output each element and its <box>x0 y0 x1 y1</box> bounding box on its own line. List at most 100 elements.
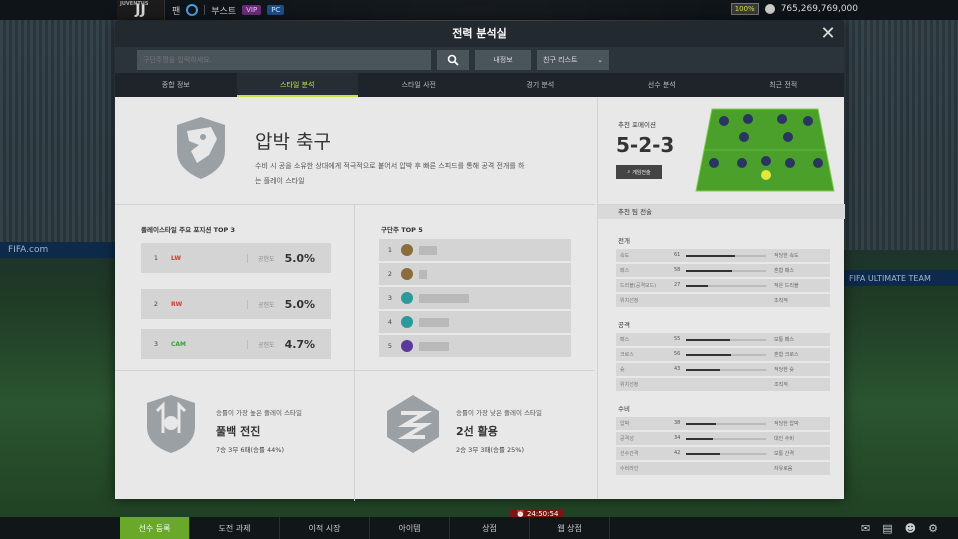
tactic-name: 선수간격 <box>620 451 639 457</box>
owner-row[interactable]: 1 <box>379 239 571 261</box>
worst-style-panel: 승률이 가장 낮은 플레이 스타일 2선 활용 2승 3무 3패(승률 25%) <box>355 371 595 501</box>
coin-icon <box>764 4 775 14</box>
tactic-row: 선수간격 42 보통 간격 <box>616 447 830 460</box>
game-tactics-button[interactable]: ⌕ 게임전술 <box>616 165 662 179</box>
tactic-value: 56 <box>674 351 681 357</box>
tactic-description: 조직적 <box>774 298 788 304</box>
formation-pitch <box>695 108 835 192</box>
tab-player-analysis[interactable]: 선수 분석 <box>601 73 723 97</box>
tactics-section-title: 공격 <box>618 321 630 329</box>
owner-name-blurred <box>419 341 449 351</box>
owner-name-blurred <box>419 293 469 303</box>
owner-rank: 3 <box>387 294 393 302</box>
tactic-description: 적당한 속도 <box>774 253 799 259</box>
best-style-record: 7승 3무 6패(승률 44%) <box>216 446 285 454</box>
contribution-label: 공헌도 <box>247 299 275 309</box>
tactic-bar-fill <box>686 423 717 425</box>
tab-recent-record[interactable]: 최근 전적 <box>723 73 845 97</box>
tab-style-analysis[interactable]: 스타일 분석 <box>236 73 358 97</box>
bottom-items[interactable]: 아이템 <box>370 517 450 539</box>
tactic-bar <box>686 354 766 356</box>
tab-match-analysis[interactable]: 경기 분석 <box>480 73 602 97</box>
owner-rank: 1 <box>387 246 393 254</box>
tactic-value: 38 <box>674 420 681 426</box>
tactic-description: 보통 간격 <box>774 451 794 457</box>
owner-row[interactable]: 2 <box>379 263 571 285</box>
pc-badge[interactable]: PC <box>267 5 285 15</box>
vip-badge[interactable]: VIP <box>242 5 262 15</box>
tactic-name: 위치선정 <box>620 298 639 304</box>
contribution-label: 공헌도 <box>247 253 275 263</box>
best-style-name: 풀백 전진 <box>216 425 261 438</box>
tab-style-dictionary[interactable]: 스타일 사전 <box>358 73 480 97</box>
modal-header: 전력 분석실 ✕ <box>115 21 844 47</box>
search-input[interactable] <box>137 50 431 70</box>
notes-icon[interactable]: ▤ <box>882 522 892 535</box>
divider <box>204 5 206 15</box>
tactic-description: 보통 패스 <box>774 337 794 343</box>
tactic-bar-fill <box>686 339 730 341</box>
team-badge[interactable]: JUVENTUS JJ <box>117 0 165 20</box>
formation-value: 5-2-3 <box>616 133 675 157</box>
owner-row[interactable]: 3 <box>379 287 571 309</box>
rank-icon <box>401 268 413 280</box>
right-pane: 추천 포메이션 5-2-3 ⌕ 게임전술 추천 팀 전술 전개 속도 61 적당… <box>597 97 845 499</box>
tactic-description: 적당한 압박 <box>774 421 799 427</box>
chevron-down-icon: ⌄ <box>597 56 603 64</box>
owners-title: 구단주 TOP 5 <box>381 226 423 234</box>
position-rank: 2 <box>153 300 159 308</box>
fan-menu[interactable]: 팬 <box>172 4 180 17</box>
owner-row[interactable]: 4 <box>379 311 571 333</box>
tactic-value: 61 <box>674 252 681 258</box>
search-button[interactable] <box>437 50 469 70</box>
bottom-web-shop[interactable]: 웹 상점 <box>530 517 610 539</box>
tactic-description: 조직적 <box>774 382 788 388</box>
bottom-shop[interactable]: 상점 <box>450 517 530 539</box>
tactics-section-title: 수비 <box>618 405 630 413</box>
tactic-name: 수비라인 <box>620 466 639 472</box>
pressing-style-emblem-icon <box>177 117 225 179</box>
bottom-challenges[interactable]: 도전 과제 <box>190 517 280 539</box>
position-rank: 1 <box>153 254 159 262</box>
position-name: RW <box>171 300 183 308</box>
tactic-name: 드리블(공격모드) <box>620 283 657 289</box>
modal-title: 전력 분석실 <box>452 27 507 40</box>
tactic-bar-fill <box>686 285 708 287</box>
content-area: 압박 축구 수비 시 공을 소유한 상대에게 적극적으로 붙어서 압박 후 빠른… <box>115 97 845 501</box>
tactic-bar <box>686 423 766 425</box>
rank-icon <box>401 292 413 304</box>
bottom-register-player[interactable]: 선수 등록 <box>120 517 190 539</box>
left-pane: 압박 축구 수비 시 공을 소유한 상대에게 적극적으로 붙어서 압박 후 빠른… <box>115 97 595 501</box>
tactic-row: 패스 58 혼합 패스 <box>616 264 830 277</box>
friends-icon[interactable]: ☻ <box>905 522 916 535</box>
fan-icon[interactable] <box>186 4 199 16</box>
game-tactics-label: 게임전술 <box>632 169 651 176</box>
close-icon[interactable]: ✕ <box>818 24 838 44</box>
owner-name-blurred <box>419 269 427 279</box>
tactic-description: 자유로움 <box>774 466 793 472</box>
tactic-row: 슛 43 적당한 슛 <box>616 363 830 376</box>
worst-style-name: 2선 활용 <box>456 425 498 438</box>
owner-rank: 2 <box>387 270 393 278</box>
tab-overview[interactable]: 종합 정보 <box>115 73 237 97</box>
tactic-bar-fill <box>686 354 731 356</box>
tactic-bar <box>686 453 766 455</box>
bottom-transfer-market[interactable]: 이적 시장 <box>280 517 370 539</box>
gear-icon[interactable]: ⚙ <box>928 522 938 535</box>
worst-style-record: 2승 3무 3패(승률 25%) <box>456 446 525 454</box>
level-badge: 100% <box>730 3 759 15</box>
search-icon: ⌕ <box>627 169 631 175</box>
boost-menu[interactable]: 부스트 <box>211 4 236 17</box>
position-row: 3 CAM 공헌도 4.7% <box>141 329 331 359</box>
mail-icon[interactable]: ✉ <box>861 522 870 535</box>
owner-row[interactable]: 5 <box>379 335 571 357</box>
tactic-description: 적당한 슛 <box>774 367 794 373</box>
tactic-value: 34 <box>674 435 681 441</box>
crowd-right <box>843 20 958 250</box>
friend-list-dropdown[interactable]: 친구 리스트 ⌄ <box>537 50 609 70</box>
my-info-button[interactable]: 내정보 <box>475 50 531 70</box>
tactic-bar-fill <box>686 438 714 440</box>
position-row: 1 LW 공헌도 5.0% <box>141 243 331 273</box>
tactic-name: 크로스 <box>620 352 634 358</box>
owner-rank: 5 <box>387 342 393 350</box>
